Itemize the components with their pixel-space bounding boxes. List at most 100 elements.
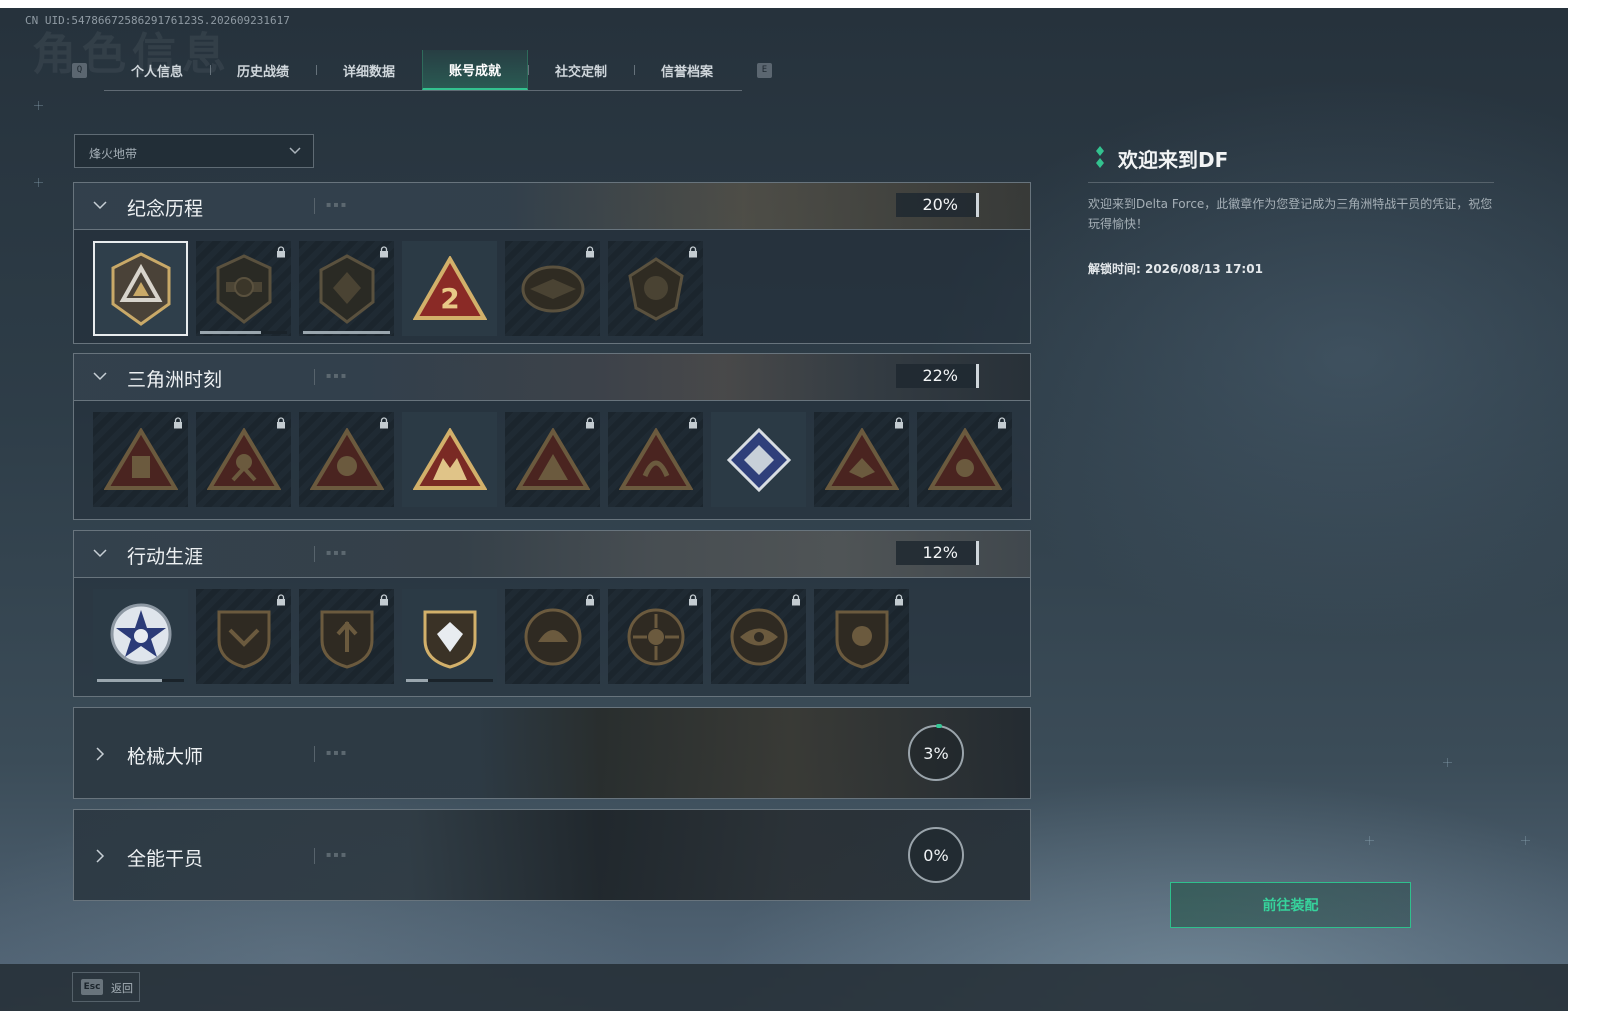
tab-reputation[interactable]: 信誉档案 bbox=[634, 50, 740, 90]
medal-tile[interactable] bbox=[505, 589, 600, 684]
progress-percent: 3% bbox=[923, 743, 949, 763]
back-button[interactable]: Esc 返回 bbox=[72, 972, 140, 1002]
svg-text:2: 2 bbox=[440, 282, 459, 315]
section-progress: 20% bbox=[896, 193, 979, 217]
shield-arrow-medal-icon bbox=[320, 610, 373, 669]
red-triangle-medal-icon: 2 bbox=[412, 255, 487, 320]
medal-tile[interactable] bbox=[93, 241, 188, 336]
medal-tile[interactable] bbox=[93, 412, 188, 507]
lock-icon bbox=[380, 594, 388, 606]
dots-decoration: ▪▪▪ bbox=[326, 548, 349, 557]
lock-icon bbox=[380, 417, 388, 429]
tab-match-history[interactable]: 历史战绩 bbox=[210, 50, 316, 90]
triangle-beast-medal-icon bbox=[927, 427, 1002, 490]
medal-tile[interactable] bbox=[299, 412, 394, 507]
medal-tile[interactable] bbox=[299, 589, 394, 684]
lock-icon bbox=[277, 594, 285, 606]
section-progress: 22% bbox=[896, 364, 979, 388]
winged-emblem-medal-icon bbox=[521, 265, 584, 312]
header-art bbox=[74, 531, 1030, 577]
medal-tile[interactable]: 2 bbox=[402, 241, 497, 336]
tab-next-key[interactable]: E bbox=[757, 63, 772, 78]
section-header[interactable]: 三角洲时刻 ▪▪▪ 22% bbox=[74, 354, 1030, 401]
medal-row bbox=[93, 589, 909, 684]
round-helmet-medal-icon bbox=[524, 608, 581, 665]
medal-tile[interactable] bbox=[608, 412, 703, 507]
detail-description: 欢迎来到Delta Force，此徽章作为您登记成为三角洲特战干员的凭证，祝您玩… bbox=[1088, 197, 1493, 231]
diamond-crest-medal-icon bbox=[726, 427, 791, 492]
tab-bar: 个人信息 历史战绩 详细数据 账号成就 社交定制 信誉档案 bbox=[104, 50, 742, 91]
mode-dropdown[interactable]: 烽火地带 bbox=[74, 134, 314, 168]
triangle-snake-medal-icon bbox=[618, 427, 693, 490]
medal-tile[interactable] bbox=[917, 412, 1012, 507]
dropdown-value: 烽火地带 bbox=[89, 147, 138, 161]
triangle-runner-medal-icon bbox=[206, 427, 281, 490]
crosshair-mark bbox=[1443, 758, 1452, 767]
hex-shield-medal-icon bbox=[319, 253, 374, 324]
lock-icon bbox=[277, 246, 285, 258]
diamond-marker-icon bbox=[1096, 146, 1104, 168]
medal-tile[interactable] bbox=[299, 241, 394, 336]
uid-text: CN UID:5478667258629176123S.202609231617 bbox=[25, 14, 290, 27]
crest-emblem-medal-icon bbox=[627, 256, 684, 321]
lock-icon bbox=[586, 246, 594, 258]
medal-tile[interactable] bbox=[814, 412, 909, 507]
go-equip-button[interactable]: 前往装配 bbox=[1170, 882, 1411, 928]
section-header[interactable]: 行动生涯 ▪▪▪ 12% bbox=[74, 531, 1030, 578]
dots-decoration: ▪▪▪ bbox=[326, 200, 349, 209]
achievement-section-all-round-operator[interactable]: 全能干员 ▪▪▪ 0% bbox=[73, 809, 1031, 901]
shield-beast-medal-icon bbox=[835, 610, 888, 669]
chevron-right-icon bbox=[96, 747, 105, 761]
medal-progress-bar bbox=[200, 331, 287, 334]
medal-tile[interactable] bbox=[814, 589, 909, 684]
progress-ring: 0% bbox=[908, 827, 964, 883]
section-progress: 12% bbox=[896, 541, 979, 565]
section-header[interactable]: 全能干员 ▪▪▪ 0% bbox=[74, 810, 1030, 900]
progress-percent: 22% bbox=[922, 366, 958, 385]
medal-tile[interactable] bbox=[711, 412, 806, 507]
tab-achievements[interactable]: 账号成就 bbox=[422, 50, 528, 90]
medal-tile[interactable] bbox=[608, 241, 703, 336]
medal-tile[interactable] bbox=[196, 241, 291, 336]
medal-tile[interactable] bbox=[402, 412, 497, 507]
lock-icon bbox=[277, 417, 285, 429]
lock-icon bbox=[586, 417, 594, 429]
medal-tile[interactable] bbox=[93, 589, 188, 684]
lock-icon bbox=[689, 594, 697, 606]
medal-row bbox=[93, 412, 1012, 507]
medal-tile[interactable] bbox=[505, 241, 600, 336]
triangle-shield-medal-icon bbox=[111, 251, 170, 326]
tab-personal-info[interactable]: 个人信息 bbox=[104, 50, 210, 90]
section-header[interactable]: 枪械大师 ▪▪▪ 3% bbox=[74, 708, 1030, 798]
medal-progress-bar bbox=[97, 679, 184, 682]
section-header[interactable]: 纪念历程 ▪▪▪ 20% bbox=[74, 183, 1030, 230]
medal-row: 2 bbox=[93, 241, 703, 336]
progress-percent: 12% bbox=[922, 543, 958, 562]
progress-ring: 3% bbox=[908, 724, 964, 781]
dots-decoration: ▪▪▪ bbox=[326, 371, 349, 380]
bottom-bar bbox=[0, 964, 1568, 1011]
medal-tile[interactable] bbox=[196, 589, 291, 684]
tab-detailed-stats[interactable]: 详细数据 bbox=[316, 50, 422, 90]
header-art bbox=[74, 708, 1030, 798]
divider bbox=[314, 546, 315, 562]
medal-tile[interactable] bbox=[505, 412, 600, 507]
lock-icon bbox=[895, 417, 903, 429]
medal-tile[interactable] bbox=[711, 589, 806, 684]
achievement-section-memorial: 纪念历程 ▪▪▪ 20% 2 bbox=[73, 182, 1031, 344]
tab-social-custom[interactable]: 社交定制 bbox=[528, 50, 634, 90]
unlock-time: 解锁时间: 2026/08/13 17:01 bbox=[1088, 262, 1263, 276]
medal-progress-bar bbox=[406, 679, 493, 682]
medal-tile[interactable] bbox=[196, 412, 291, 507]
medal-tile[interactable] bbox=[402, 589, 497, 684]
lock-icon bbox=[689, 246, 697, 258]
achievement-section-weapon-master[interactable]: 枪械大师 ▪▪▪ 3% bbox=[73, 707, 1031, 799]
triangle-skull-medal-icon bbox=[309, 427, 384, 490]
round-target-medal-icon bbox=[627, 608, 684, 665]
progress-percent: 20% bbox=[922, 195, 958, 214]
tab-prev-key[interactable]: Q bbox=[72, 63, 87, 78]
divider bbox=[314, 198, 315, 214]
chevron-down-icon bbox=[93, 549, 107, 558]
crosshair-mark bbox=[1521, 836, 1530, 845]
medal-tile[interactable] bbox=[608, 589, 703, 684]
